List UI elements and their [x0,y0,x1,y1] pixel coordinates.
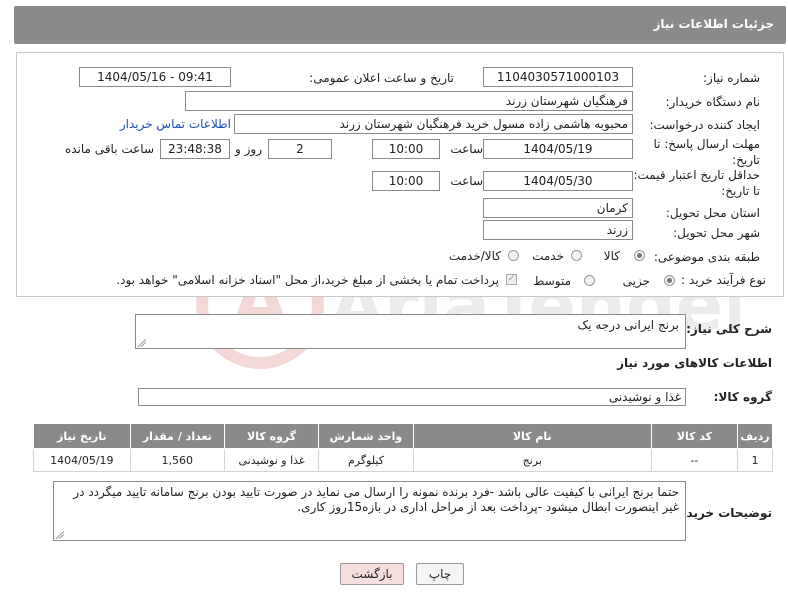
cell-code: -- [650,448,739,472]
col-unit-header: واحد شمارش [318,423,414,449]
city-field[interactable]: زرند [483,220,633,240]
treasury-payment-checkbox[interactable]: ✓ [506,274,517,285]
contact-buyer-link[interactable]: اطلاعات تماس خریدار [120,117,231,131]
print-button[interactable]: چاپ [416,563,464,585]
category-service-radio[interactable] [571,250,582,261]
process-minor-label: جزیی [622,274,650,288]
page-header: جزئیات اطلاعات نیاز [14,6,786,44]
description-text: برنج ایرانی درجه یک [577,318,679,332]
col-code-header: کد کالا [650,423,739,449]
deadline-label: مهلت ارسال پاسخ: تا [653,137,760,151]
category-goods-label: کالا [603,249,620,263]
goods-section-title: اطلاعات کالاهای مورد نیاز [617,356,772,370]
resize-grip-icon[interactable] [56,531,64,539]
col-date-header: تاریخ نیاز [33,423,131,449]
resize-grip-icon[interactable] [138,339,146,347]
buyer-org-label: نام دستگاه خریدار: [665,95,761,109]
remaining-time-field[interactable]: 23:48:38 [160,139,230,159]
process-medium-label: متوسط [533,274,571,288]
category-service-label: خدمت [532,249,564,263]
description-label: شرح کلی نیاز: [686,322,772,336]
creator-field[interactable]: محبوبه هاشمی زاده مسول خرید فرهنگیان شهر… [234,114,633,134]
province-field[interactable]: کرمان [483,198,633,218]
goods-table: ردیف کد کالا نام کالا واحد شمارش گروه کا… [33,423,773,472]
col-quantity-header: تعداد / مقدار [129,423,225,449]
cell-quantity: 1,560 [129,448,225,472]
cell-group: غذا و نوشیدنی [223,448,320,472]
col-row-header: ردیف [737,423,773,449]
buyer-notes-text: حتما برنج ایرانی با کیفیت عالی باشد -فرد… [73,485,679,514]
category-label: طبقه بندی موضوعی: [653,250,760,264]
col-group-header: گروه کالا [223,423,320,449]
category-goods-service-radio[interactable] [508,250,519,261]
validity-time-label: ساعت [450,174,483,188]
need-number-field[interactable]: 1104030571000103 [483,67,633,87]
days-remaining-field[interactable]: 2 [268,139,332,159]
goods-group-field[interactable]: غذا و نوشیدنی [138,388,686,406]
validity-label-date: تا تاریخ: [721,184,760,198]
process-type-label: نوع فرآیند خرید : [681,273,766,287]
category-goods-service-label: کالا/خدمت [448,249,501,263]
col-name-header: نام کالا [412,423,652,449]
cell-date: 1404/05/19 [33,448,131,472]
province-label: استان محل تحویل: [665,206,760,220]
validity-date-field[interactable]: 1404/05/30 [483,171,633,191]
treasury-payment-note: پرداخت تمام یا بخشی از مبلغ خرید،از محل … [116,273,499,287]
cell-unit: کیلوگرم [318,448,414,472]
deadline-time-label: ساعت [450,142,483,156]
table-row[interactable]: 1 -- برنج کیلوگرم غذا و نوشیدنی 1,560 14… [33,448,773,472]
deadline-date-field[interactable]: 1404/05/19 [483,139,633,159]
need-number-label: شماره نیاز: [703,71,760,85]
process-medium-radio[interactable] [584,275,595,286]
city-label: شهر محل تحویل: [673,226,760,240]
validity-time-field[interactable]: 10:00 [372,171,440,191]
category-goods-radio[interactable] [634,250,645,261]
page-title: جزئیات اطلاعات نیاز [653,17,774,31]
deadline-label-date: تاریخ: [732,153,760,167]
days-label: روز و [235,142,262,156]
process-minor-radio[interactable] [664,275,675,286]
remaining-time-label: ساعت باقی مانده [64,142,154,156]
cell-row: 1 [737,448,773,472]
back-button[interactable]: بازگشت [340,563,404,585]
goods-group-label: گروه کالا: [713,390,772,404]
description-field[interactable]: برنج ایرانی درجه یک [135,314,686,349]
validity-label: حداقل تاریخ اعتبار قیمت: [633,168,760,182]
buyer-org-field[interactable]: فرهنگیان شهرستان زرند [185,91,633,111]
table-header-row: ردیف کد کالا نام کالا واحد شمارش گروه کا… [33,423,773,449]
cell-name: برنج [412,448,652,472]
buyer-notes-field[interactable]: حتما برنج ایرانی با کیفیت عالی باشد -فرد… [53,481,686,541]
announce-date-label: تاریخ و ساعت اعلان عمومی: [309,71,454,85]
creator-label: ایجاد کننده درخواست: [649,118,760,132]
announce-date-field[interactable]: 1404/05/16 - 09:41 [79,67,231,87]
deadline-time-field[interactable]: 10:00 [372,139,440,159]
